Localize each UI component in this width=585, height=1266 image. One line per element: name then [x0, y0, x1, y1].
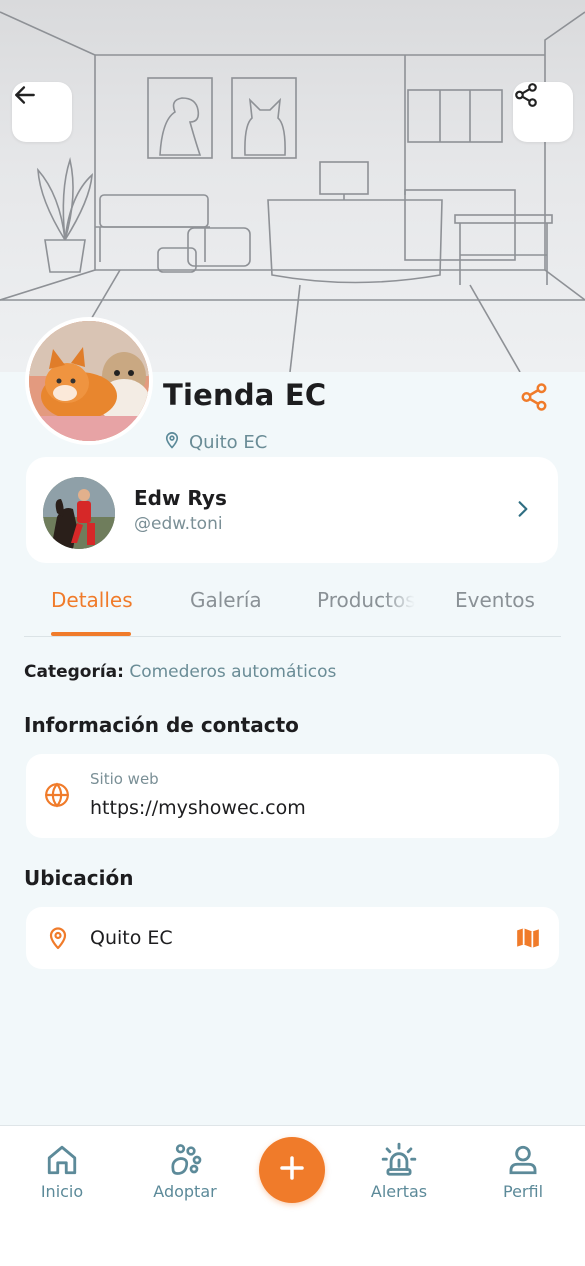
siren-icon: [344, 1142, 454, 1178]
map-pin-icon: [46, 924, 70, 956]
category-label: Categoría:: [24, 662, 124, 682]
location-value: Quito EC: [90, 927, 173, 949]
chevron-right-icon: [513, 497, 533, 525]
category-value: Comederos automáticos: [129, 662, 337, 682]
nav-perfil[interactable]: Perfil: [468, 1142, 578, 1201]
map-icon[interactable]: [515, 925, 541, 955]
location-card[interactable]: Quito EC: [26, 907, 559, 969]
profile-tabs: Detalles Galería Productos Eventos: [0, 578, 585, 638]
owner-handle: @edw.toni: [134, 514, 223, 534]
map-pin-icon: [163, 430, 181, 455]
add-button[interactable]: [259, 1137, 325, 1203]
share-icon: [519, 383, 549, 416]
nav-inicio[interactable]: Inicio: [7, 1142, 117, 1201]
share-button[interactable]: [513, 82, 573, 142]
shop-location-text: Quito EC: [189, 432, 268, 453]
website-card[interactable]: Sitio web https://myshowec.com: [26, 754, 559, 838]
website-value[interactable]: https://myshowec.com: [90, 797, 306, 819]
tab-galeria[interactable]: Galería: [190, 588, 262, 612]
back-button[interactable]: [12, 82, 72, 142]
plus-icon: [277, 1153, 307, 1187]
category-row: Categoría: Comederos automáticos: [24, 662, 336, 682]
nav-inicio-label: Inicio: [40, 1182, 84, 1201]
globe-icon: [44, 782, 70, 812]
paw-icon: [130, 1142, 240, 1178]
website-label: Sitio web: [90, 770, 159, 788]
tab-detalles[interactable]: Detalles: [51, 588, 133, 612]
owner-name: Edw Rys: [134, 486, 227, 510]
nav-perfil-label: Perfil: [502, 1182, 544, 1201]
profile-share-button[interactable]: [519, 382, 549, 412]
nav-alertas[interactable]: Alertas: [344, 1142, 454, 1201]
shop-name: Tienda EC: [163, 378, 327, 412]
tab-divider: [24, 636, 561, 637]
owner-avatar: [43, 477, 115, 549]
tab-fade: [385, 588, 415, 622]
location-section-title: Ubicación: [24, 866, 134, 890]
contact-section-title: Información de contacto: [24, 713, 299, 737]
nav-adoptar-label: Adoptar: [153, 1182, 217, 1201]
shop-location: Quito EC: [163, 430, 267, 455]
shop-avatar: [25, 317, 153, 445]
bottom-navigation: Inicio Adoptar Alertas Perfil: [0, 1125, 585, 1266]
tab-eventos[interactable]: Eventos: [455, 588, 535, 612]
home-icon: [7, 1142, 117, 1178]
owner-card[interactable]: Edw Rys @edw.toni: [26, 457, 558, 563]
nav-adoptar[interactable]: Adoptar: [130, 1142, 240, 1201]
user-icon: [468, 1142, 578, 1178]
nav-alertas-label: Alertas: [370, 1182, 428, 1201]
